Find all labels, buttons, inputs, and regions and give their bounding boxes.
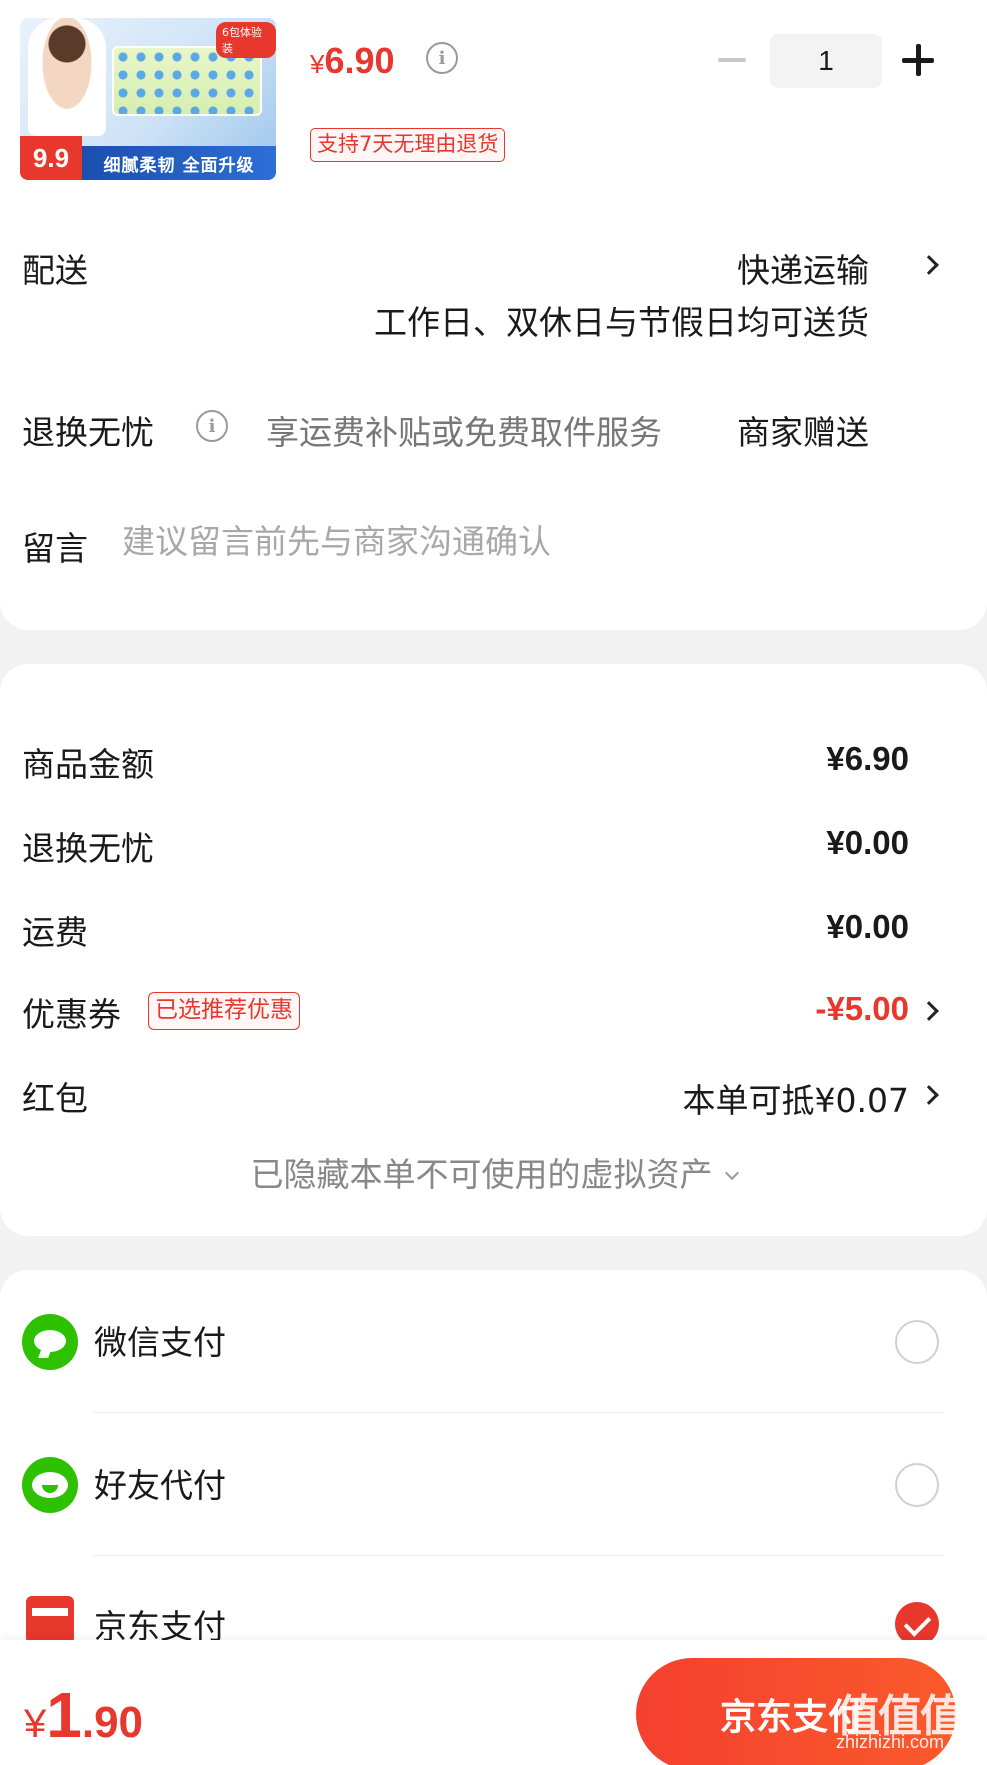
red-packet-label: 红包 — [22, 1079, 88, 1118]
payment-option-wechat[interactable]: 微信支付 — [0, 1270, 987, 1412]
payment-radio[interactable] — [895, 1463, 939, 1507]
coupon-selected-tag: 已选推荐优惠 — [148, 992, 300, 1030]
delivery-note: 工作日、双休日与节假日均可送货 — [374, 303, 869, 342]
model-image — [28, 18, 106, 136]
return-info-icon[interactable]: i — [196, 410, 228, 442]
return-service-label: 退换无忧 — [22, 413, 154, 452]
thumbnail-tag: 6包体验装 — [216, 22, 276, 58]
coupon-row[interactable]: 优惠券 已选推荐优惠 -¥5.00 — [0, 988, 987, 1048]
wechat-pay-icon — [22, 1314, 78, 1370]
product-price: ¥6.90 — [310, 40, 395, 82]
total-decimal: .90 — [81, 1698, 144, 1747]
message-input[interactable] — [122, 516, 882, 566]
payment-option-label: 好友代付 — [94, 1466, 226, 1505]
coupon-value: -¥5.00 — [815, 990, 909, 1027]
chevron-right-icon — [919, 1001, 939, 1021]
return-fee-row: 退换无忧 ¥0.00 — [0, 822, 987, 882]
goods-amount-label: 商品金额 — [22, 745, 154, 784]
quantity-increase-button[interactable] — [902, 44, 934, 76]
payment-option-label: 微信支付 — [94, 1323, 226, 1362]
order-card: 6包体验装 9.9 细腻柔韧 全面升级 ¥6.90 i 支持7天无理由退货 1 … — [0, 0, 987, 630]
delivery-method: 快递运输 — [737, 251, 869, 290]
price-summary-card: 商品金额 ¥6.90 退换无忧 ¥0.00 运费 ¥0.00 优惠券 已选推荐优… — [0, 664, 987, 1236]
red-packet-row[interactable]: 红包 本单可抵¥0.07 — [0, 1072, 987, 1132]
jd-pay-icon — [26, 1596, 74, 1644]
product-thumbnail[interactable]: 6包体验装 9.9 细腻柔韧 全面升级 — [20, 18, 276, 180]
goods-amount-row: 商品金额 ¥6.90 — [0, 738, 987, 798]
return-policy-badge: 支持7天无理由退货 — [310, 128, 506, 162]
chevron-right-icon — [919, 1085, 939, 1105]
thumbnail-banner: 细腻柔韧 全面升级 — [82, 146, 276, 180]
return-service-description: 享运费补贴或免费取件服务 — [266, 413, 662, 452]
friend-pay-icon — [22, 1457, 78, 1513]
hidden-assets-toggle[interactable]: 已隐藏本单不可使用的虚拟资产 — [0, 1148, 987, 1196]
shipping-fee-row: 运费 ¥0.00 — [0, 906, 987, 966]
price-value: 6.90 — [324, 40, 395, 81]
coupon-label: 优惠券 — [22, 995, 121, 1034]
delivery-label: 配送 — [22, 251, 88, 290]
quantity-field[interactable]: 1 — [770, 34, 882, 88]
total-price: ¥1.90 — [24, 1678, 143, 1752]
thumbnail-price-badge: 9.9 — [20, 136, 82, 180]
total-integer: 1 — [46, 1679, 82, 1751]
payment-option-friend[interactable]: 好友代付 — [0, 1413, 987, 1555]
goods-amount-value: ¥6.90 — [826, 740, 909, 777]
total-currency: ¥ — [24, 1702, 47, 1746]
hidden-assets-text: 已隐藏本单不可使用的虚拟资产 — [250, 1155, 713, 1194]
watermark-url: zhizhizhi.com — [836, 1732, 945, 1752]
price-info-icon[interactable]: i — [426, 42, 458, 74]
shipping-fee-label: 运费 — [22, 913, 88, 952]
shipping-fee-value: ¥0.00 — [826, 908, 909, 945]
chevron-down-icon — [724, 1165, 739, 1181]
quantity-decrease-button[interactable] — [716, 42, 748, 78]
payment-radio[interactable] — [895, 1320, 939, 1364]
price-currency: ¥ — [310, 49, 325, 79]
return-fee-label: 退换无忧 — [22, 829, 154, 868]
red-packet-value: 本单可抵¥0.07 — [682, 1081, 909, 1120]
chevron-right-icon — [919, 255, 939, 275]
return-fee-value: ¥0.00 — [826, 824, 909, 861]
message-label: 留言 — [22, 529, 88, 568]
return-service-value: 商家赠送 — [737, 413, 869, 452]
